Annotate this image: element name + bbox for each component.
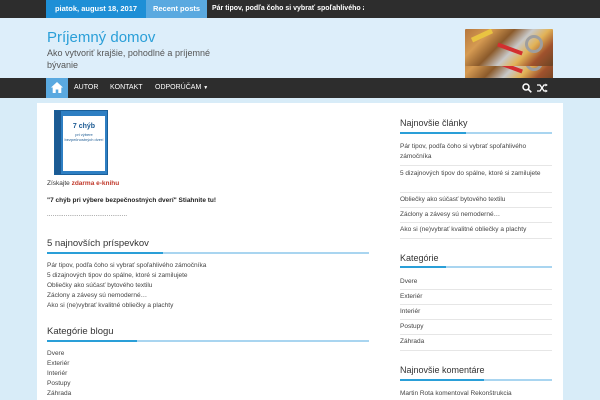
recent-posts-label: Recent posts (146, 0, 207, 18)
blog-category-link[interactable]: Dvere (47, 350, 64, 357)
ebook-cover-title: 7 chýb (72, 123, 96, 130)
ebook-link[interactable]: zdarma e-knihu (72, 180, 120, 187)
section-underline-rest (163, 252, 369, 254)
section-underline-rest (137, 340, 369, 342)
widget-underline (400, 266, 552, 268)
ebook-cover-subtitle: pri výbere bezpečnostných dverí (64, 132, 104, 142)
home-button[interactable] (46, 78, 68, 98)
dotted-divider: ........................................… (47, 212, 128, 218)
nav-item-autor[interactable]: AUTOR (74, 78, 98, 98)
recent-post-link[interactable]: Záclony a závesy sú nemoderné… (47, 292, 147, 299)
blog-category-link[interactable]: Postupy (47, 380, 71, 387)
newest-article-link[interactable]: Pár tipov, podľa čoho si vybrať spoľahli… (400, 142, 552, 162)
category-link[interactable]: Postupy (400, 322, 552, 332)
home-icon (51, 82, 63, 93)
newest-article-link[interactable]: Záclony a závesy sú nemoderné… (400, 210, 552, 220)
widget-separator (400, 192, 552, 193)
ebook-cover[interactable]: 7 chýb pri výbere bezpečnostných dverí (54, 110, 108, 175)
nav-item-kontakt[interactable]: KONTAKT (110, 78, 143, 98)
current-date: piatok, august 18, 2017 (46, 0, 146, 18)
widget-separator (400, 350, 552, 351)
recent-post-link[interactable]: Obliečky ako súčasť bytového textilu (47, 282, 152, 289)
shuffle-icon[interactable] (537, 83, 548, 93)
nav-item-odporucam[interactable]: ODPORÚČAM ▼ (155, 78, 208, 98)
blog-category-link[interactable]: Exteriér (47, 360, 69, 367)
caret-down-icon: ▼ (203, 85, 209, 91)
ebook-promo[interactable]: "7 chýb pri výbere bezpečnostných dverí"… (47, 197, 216, 204)
newest-articles-title: Najnovšie články (400, 118, 468, 128)
widget-separator (400, 165, 552, 166)
header-image (465, 29, 553, 66)
widget-underline (400, 132, 552, 134)
widget-separator (400, 289, 552, 290)
recent-posts-ticker[interactable]: Pár tipov, podľa čoho si vybrať spoľahli… (212, 0, 364, 18)
widget-separator (400, 334, 552, 335)
recent-post-link[interactable]: Pár tipov, podľa čoho si vybrať spoľahli… (47, 262, 206, 269)
recent-post-link[interactable]: Ako si (ne)vybrať kvalitné obliečky a pl… (47, 302, 173, 309)
section-underline (47, 252, 163, 254)
widget-separator (400, 222, 552, 223)
top-bar: piatok, august 18, 2017 Recent posts Pár… (0, 0, 600, 18)
newest-article-link[interactable]: Obliečky ako súčasť bytového textilu (400, 195, 552, 205)
widget-separator (400, 304, 552, 305)
category-link[interactable]: Exteriér (400, 292, 552, 302)
widget-separator (400, 319, 552, 320)
recent-post-link[interactable]: 5 dizajnových tipov do spálne, ktoré si … (47, 272, 188, 279)
newest-article-link[interactable]: Ako si (ne)vybrať kvalitné obliečky a pl… (400, 225, 552, 235)
widget-underline (400, 379, 552, 381)
nav-item-label: ODPORÚČAM (155, 84, 202, 91)
ebook-offer: Získajte zdarma e-knihu (47, 180, 120, 187)
recent-posts-title: 5 najnovších príspevkov (47, 238, 149, 249)
blog-category-link[interactable]: Záhrada (47, 390, 71, 397)
blog-categories-title: Kategórie blogu (47, 326, 114, 337)
categories-title: Kategórie (400, 253, 439, 263)
site-description: Ako vytvoriť krajšie, pohodlné a príjemn… (47, 48, 210, 70)
widget-separator (400, 207, 552, 208)
site-title[interactable]: Príjemný domov (47, 29, 155, 46)
comment-link[interactable]: Martin Rota komentoval Rekonštrukcia (400, 389, 552, 399)
section-underline (47, 340, 137, 342)
widget-separator (400, 238, 552, 239)
category-link[interactable]: Dvere (400, 277, 552, 287)
blog-category-link[interactable]: Interiér (47, 370, 67, 377)
search-icon[interactable] (522, 83, 532, 93)
main-navigation: AUTOR KONTAKT ODPORÚČAM ▼ (0, 78, 600, 98)
newest-comments-title: Najnovšie komentáre (400, 365, 485, 375)
newest-article-link[interactable]: 5 dizajnových tipov do spálne, ktoré si … (400, 169, 552, 179)
category-link[interactable]: Záhrada (400, 337, 552, 347)
category-link[interactable]: Interiér (400, 307, 552, 317)
